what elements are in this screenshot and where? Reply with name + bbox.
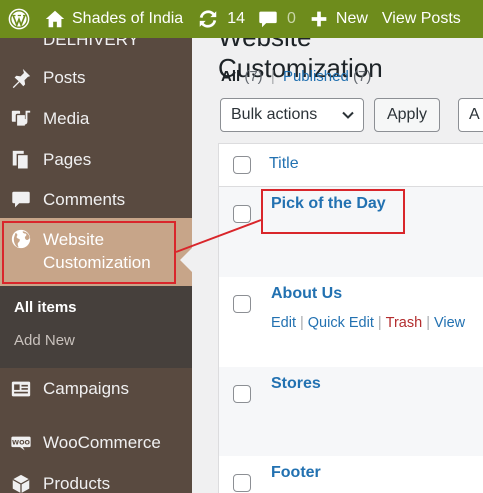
annotation-connector-line: [175, 219, 262, 253]
